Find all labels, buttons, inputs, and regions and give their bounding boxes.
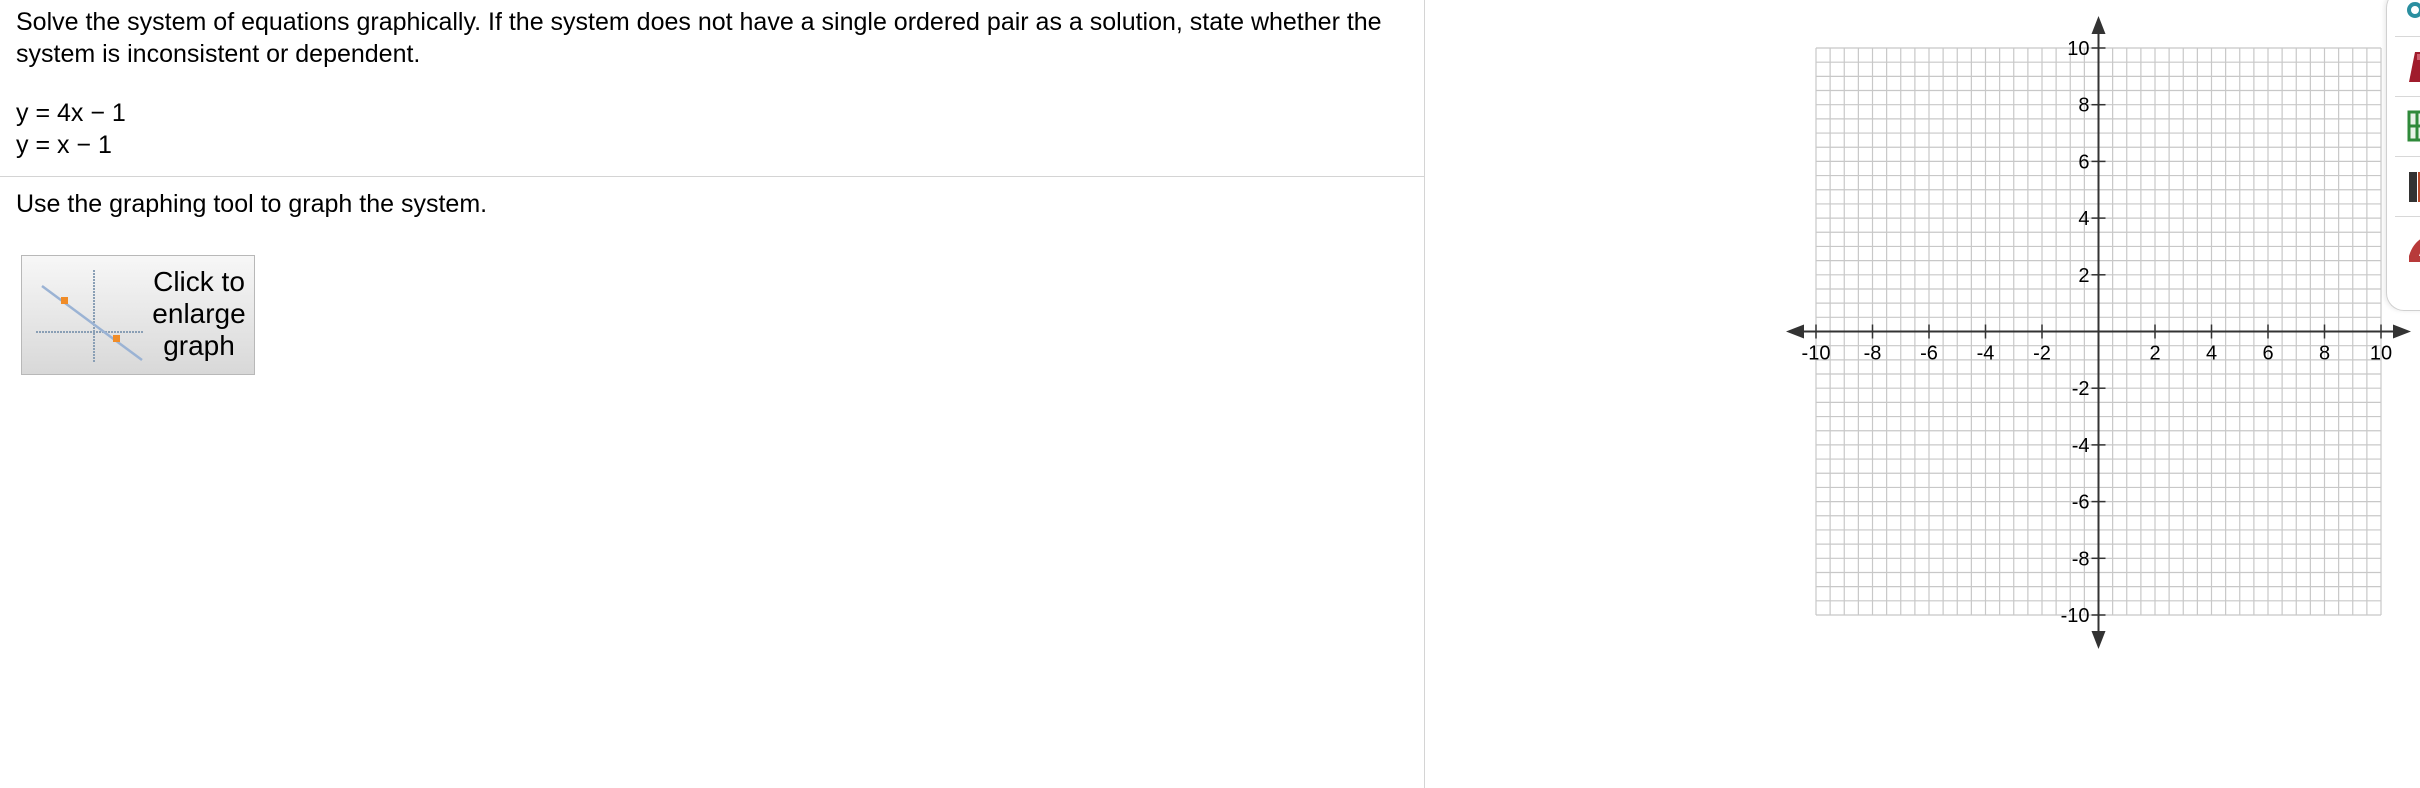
teal-tool-icon[interactable] — [2405, 0, 2420, 34]
x-tick-label: 4 — [2206, 343, 2217, 365]
x-tick-label: 2 — [2149, 343, 2160, 365]
y-tick-label: -6 — [2072, 492, 2090, 514]
enlarge-graph-label: Click to enlarge graph — [152, 266, 246, 361]
graph-area[interactable]: -10 -8 -6 -4 -2 2 4 6 8 10 10 8 6 4 2 -2 -4 -6 -8 -10 — [1760, 0, 2420, 788]
green-grid-icon[interactable] — [2405, 106, 2420, 146]
graph-instruction: Use the graphing tool to graph the syste… — [16, 190, 488, 218]
x-axis-arrow-right — [2393, 324, 2411, 339]
x-tick-label: -6 — [1920, 343, 1938, 365]
y-tick-label: -4 — [2072, 435, 2090, 457]
y-tick-label: 10 — [2067, 38, 2089, 60]
y-tick-label: 4 — [2078, 208, 2089, 230]
graph-thumbnail-icon — [36, 270, 144, 362]
enlarge-graph-button[interactable]: Click to enlarge graph — [21, 255, 255, 375]
y-axis-arrow-down — [2091, 631, 2106, 649]
y-tick-label: -10 — [2061, 605, 2090, 627]
y-tick-label: 8 — [2078, 95, 2089, 117]
x-axis-arrow-left — [1786, 324, 1804, 339]
red-tool-icon[interactable] — [2405, 226, 2420, 266]
question-prompt: Solve the system of equations graphicall… — [16, 8, 1382, 68]
question-panel: Solve the system of equations graphicall… — [0, 0, 1425, 788]
y-tick-label: 2 — [2078, 265, 2089, 287]
y-axis-arrow-up — [2091, 16, 2106, 34]
x-tick-label: 8 — [2319, 343, 2330, 365]
x-tick-label: 6 — [2262, 343, 2273, 365]
books-icon[interactable] — [2405, 166, 2420, 206]
axes — [1786, 16, 2411, 649]
y-tick-label: -2 — [2072, 378, 2090, 400]
equation-1: y = 4x − 1 — [16, 99, 126, 127]
x-tick-label: -8 — [1864, 343, 1882, 365]
toolbar-separator — [2395, 96, 2420, 97]
app-root: Solve the system of equations graphicall… — [0, 0, 2420, 788]
x-tick-label: -10 — [1802, 343, 1831, 365]
x-tick-label: -2 — [2033, 343, 2051, 365]
side-toolbar — [2386, 0, 2420, 311]
y-tick-label: 6 — [2078, 151, 2089, 173]
equation-2: y = x − 1 — [16, 131, 112, 159]
red-book-icon[interactable] — [2405, 46, 2420, 86]
toolbar-separator — [2395, 156, 2420, 157]
x-tick-label: -4 — [1977, 343, 1995, 365]
y-tick-label: -8 — [2072, 548, 2090, 570]
x-tick-label: 10 — [2370, 343, 2392, 365]
coordinate-grid[interactable]: -10 -8 -6 -4 -2 2 4 6 8 10 10 8 6 4 2 -2 -4 -6 -8 -10 — [1760, 0, 2420, 788]
toolbar-separator — [2395, 216, 2420, 217]
toolbar-separator — [2395, 36, 2420, 37]
section-divider — [0, 176, 1424, 177]
